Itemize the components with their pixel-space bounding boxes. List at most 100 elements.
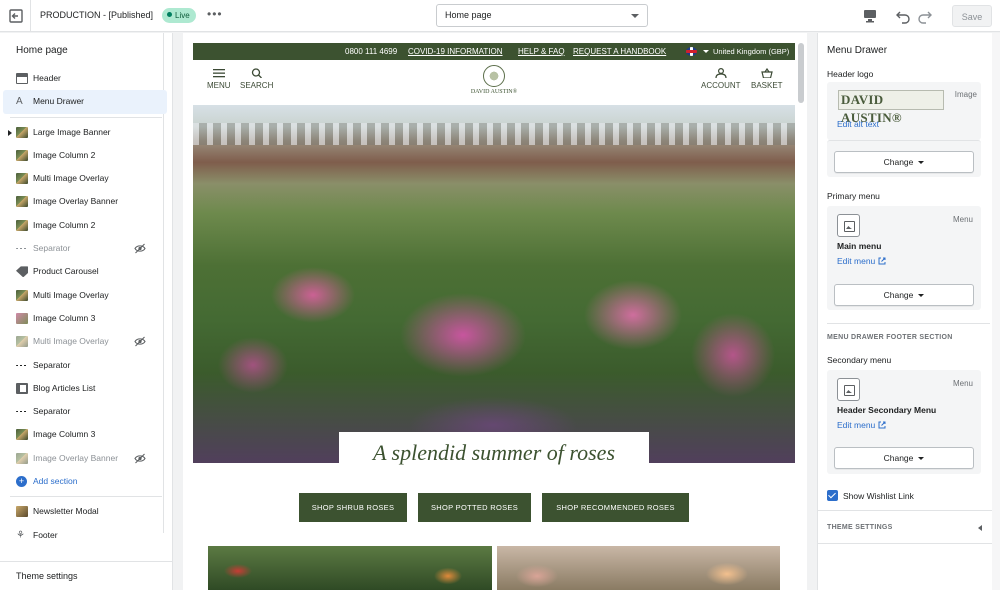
section-label: Separator (33, 406, 71, 417)
section-label: Newsletter Modal (33, 506, 99, 517)
eye-hidden-icon[interactable] (134, 336, 146, 347)
section-item[interactable]: Separator (0, 400, 172, 423)
section-item[interactable]: Multi Image Overlay (0, 167, 172, 190)
add-section-label: Add section (33, 476, 78, 487)
section-item-hidden[interactable]: Multi Image Overlay (0, 330, 172, 353)
change-primary-menu-button[interactable]: Change (834, 284, 974, 306)
eye-hidden-icon[interactable] (134, 453, 146, 464)
section-item-newsletter-modal[interactable]: Newsletter Modal (0, 500, 172, 523)
basket-label: BASKET (751, 81, 783, 90)
basket-button[interactable]: BASKET (751, 68, 783, 90)
page-select-value: Home page (445, 10, 492, 20)
theme-settings-link[interactable]: Theme settings (0, 561, 172, 590)
shop-shrub-roses-button[interactable]: SHOP SHRUB ROSES (299, 493, 407, 522)
edit-alt-text-link[interactable]: Edit alt text (837, 119, 879, 129)
change-logo-button[interactable]: Change (834, 151, 974, 173)
chevron-down-icon (918, 294, 925, 297)
chevron-down-icon (918, 457, 925, 460)
image-tile[interactable] (497, 546, 780, 590)
desktop-view-icon[interactable] (862, 8, 878, 24)
section-label: Image Column 3 (33, 312, 96, 323)
shop-potted-roses-button[interactable]: SHOP POTTED ROSES (418, 493, 531, 522)
section-item[interactable]: Multi Image Overlay (0, 284, 172, 307)
section-item[interactable]: Image Column 3 (0, 423, 172, 446)
section-label: Image Overlay Banner (33, 452, 119, 463)
preview-scrollbar[interactable] (798, 43, 804, 103)
settings-panel: Menu Drawer Header logo DAVID AUSTIN® Im… (817, 33, 1000, 590)
live-dot-icon (167, 12, 172, 17)
section-item-footer[interactable]: ⚘ Footer (0, 524, 172, 547)
redo-icon[interactable] (917, 8, 933, 24)
section-item-menu-drawer[interactable]: A Menu Drawer (3, 90, 167, 114)
edit-main-menu-link[interactable]: Edit menu (837, 256, 886, 266)
theme-settings-heading[interactable]: THEME SETTINGS (827, 524, 893, 531)
section-list: Header A Menu Drawer Large Image Banner I… (0, 67, 172, 547)
covid-info-link[interactable]: COVID-19 INFORMATION (408, 43, 503, 60)
section-item[interactable]: Blog Articles List (0, 377, 172, 400)
section-item[interactable]: Product Carousel (0, 260, 172, 283)
tag-icon (16, 266, 28, 278)
menu-button[interactable]: MENU (207, 68, 231, 90)
image-tag: Image (954, 90, 977, 99)
logo-preview-image[interactable]: DAVID AUSTIN® (838, 90, 944, 125)
section-item[interactable]: Image Overlay Banner (0, 190, 172, 213)
section-item-hidden[interactable]: Image Overlay Banner (0, 447, 172, 470)
undo-icon[interactable] (895, 8, 911, 24)
change-secondary-menu-button[interactable]: Change (834, 447, 974, 469)
rose-crest-icon (483, 65, 505, 87)
image-thumb-icon (16, 429, 28, 441)
save-button[interactable]: Save (952, 5, 992, 27)
hero-title: A splendid summer of roses (373, 440, 615, 465)
chevron-right-icon[interactable] (8, 129, 12, 136)
basket-icon (761, 68, 773, 78)
request-handbook-link[interactable]: REQUEST A HANDBOOK (573, 43, 666, 60)
edit-menu-label: Edit menu (837, 420, 876, 430)
shop-recommended-roses-button[interactable]: SHOP RECOMMENDED ROSES (542, 493, 689, 522)
section-label: Header (33, 73, 61, 83)
section-label: Image Overlay Banner (33, 196, 119, 207)
settings-title: Menu Drawer (827, 45, 888, 56)
section-item[interactable]: Image Column 2 (0, 144, 172, 167)
header-logo-label: Header logo (827, 69, 874, 79)
preview-frame: 0800 111 4699 COVID-19 INFORMATION HELP … (193, 43, 795, 590)
phone-number: 0800 111 4699 (345, 47, 398, 56)
more-actions-button[interactable]: ••• (207, 7, 223, 21)
sections-sidebar: Home page Header A Menu Drawer Large Imag… (0, 33, 173, 590)
secondary-menu-label: Secondary menu (827, 355, 892, 365)
eye-hidden-icon[interactable] (134, 243, 146, 254)
image-placeholder-icon (837, 214, 860, 237)
account-label: ACCOUNT (701, 81, 741, 90)
chevron-down-icon (918, 161, 925, 164)
section-label: Multi Image Overlay (33, 289, 109, 300)
header-logo-card: DAVID AUSTIN® Image Edit alt text (827, 82, 981, 140)
image-tile[interactable] (208, 546, 492, 590)
section-item-hidden[interactable]: Separator (0, 237, 172, 260)
exit-icon[interactable] (8, 8, 24, 24)
hamburger-icon (212, 69, 225, 78)
section-item[interactable]: Image Column 3 (0, 307, 172, 330)
help-faq-link[interactable]: HELP & FAQ (518, 43, 565, 60)
hero-image (193, 105, 795, 463)
image-thumb-icon (16, 196, 28, 208)
divider (827, 323, 990, 324)
section-item[interactable]: Image Column 2 (0, 214, 172, 237)
image-thumb-icon (16, 173, 28, 185)
section-item-header[interactable]: Header (0, 67, 172, 90)
account-button[interactable]: ACCOUNT (701, 68, 741, 90)
edit-secondary-menu-link[interactable]: Edit menu (837, 420, 886, 430)
search-button[interactable]: SEARCH (240, 68, 273, 90)
search-label: SEARCH (240, 81, 274, 90)
chevron-left-icon[interactable] (978, 525, 982, 531)
utility-bar: 0800 111 4699 COVID-19 INFORMATION HELP … (193, 43, 795, 60)
region-selector[interactable]: United Kingdom (GBP) (713, 43, 789, 60)
section-label: Blog Articles List (33, 382, 96, 393)
page-select[interactable]: Home page (436, 4, 648, 27)
wishlist-checkbox[interactable] (827, 490, 838, 501)
site-logo[interactable]: DAVID AUSTIN® (469, 65, 519, 95)
section-item[interactable]: Separator (0, 354, 172, 377)
section-item-large-image-banner[interactable]: Large Image Banner (0, 121, 172, 144)
search-icon (251, 68, 262, 78)
primary-menu-label: Primary menu (827, 191, 880, 201)
live-badge: Live (162, 8, 196, 23)
add-section-button[interactable]: + Add section (0, 470, 172, 493)
